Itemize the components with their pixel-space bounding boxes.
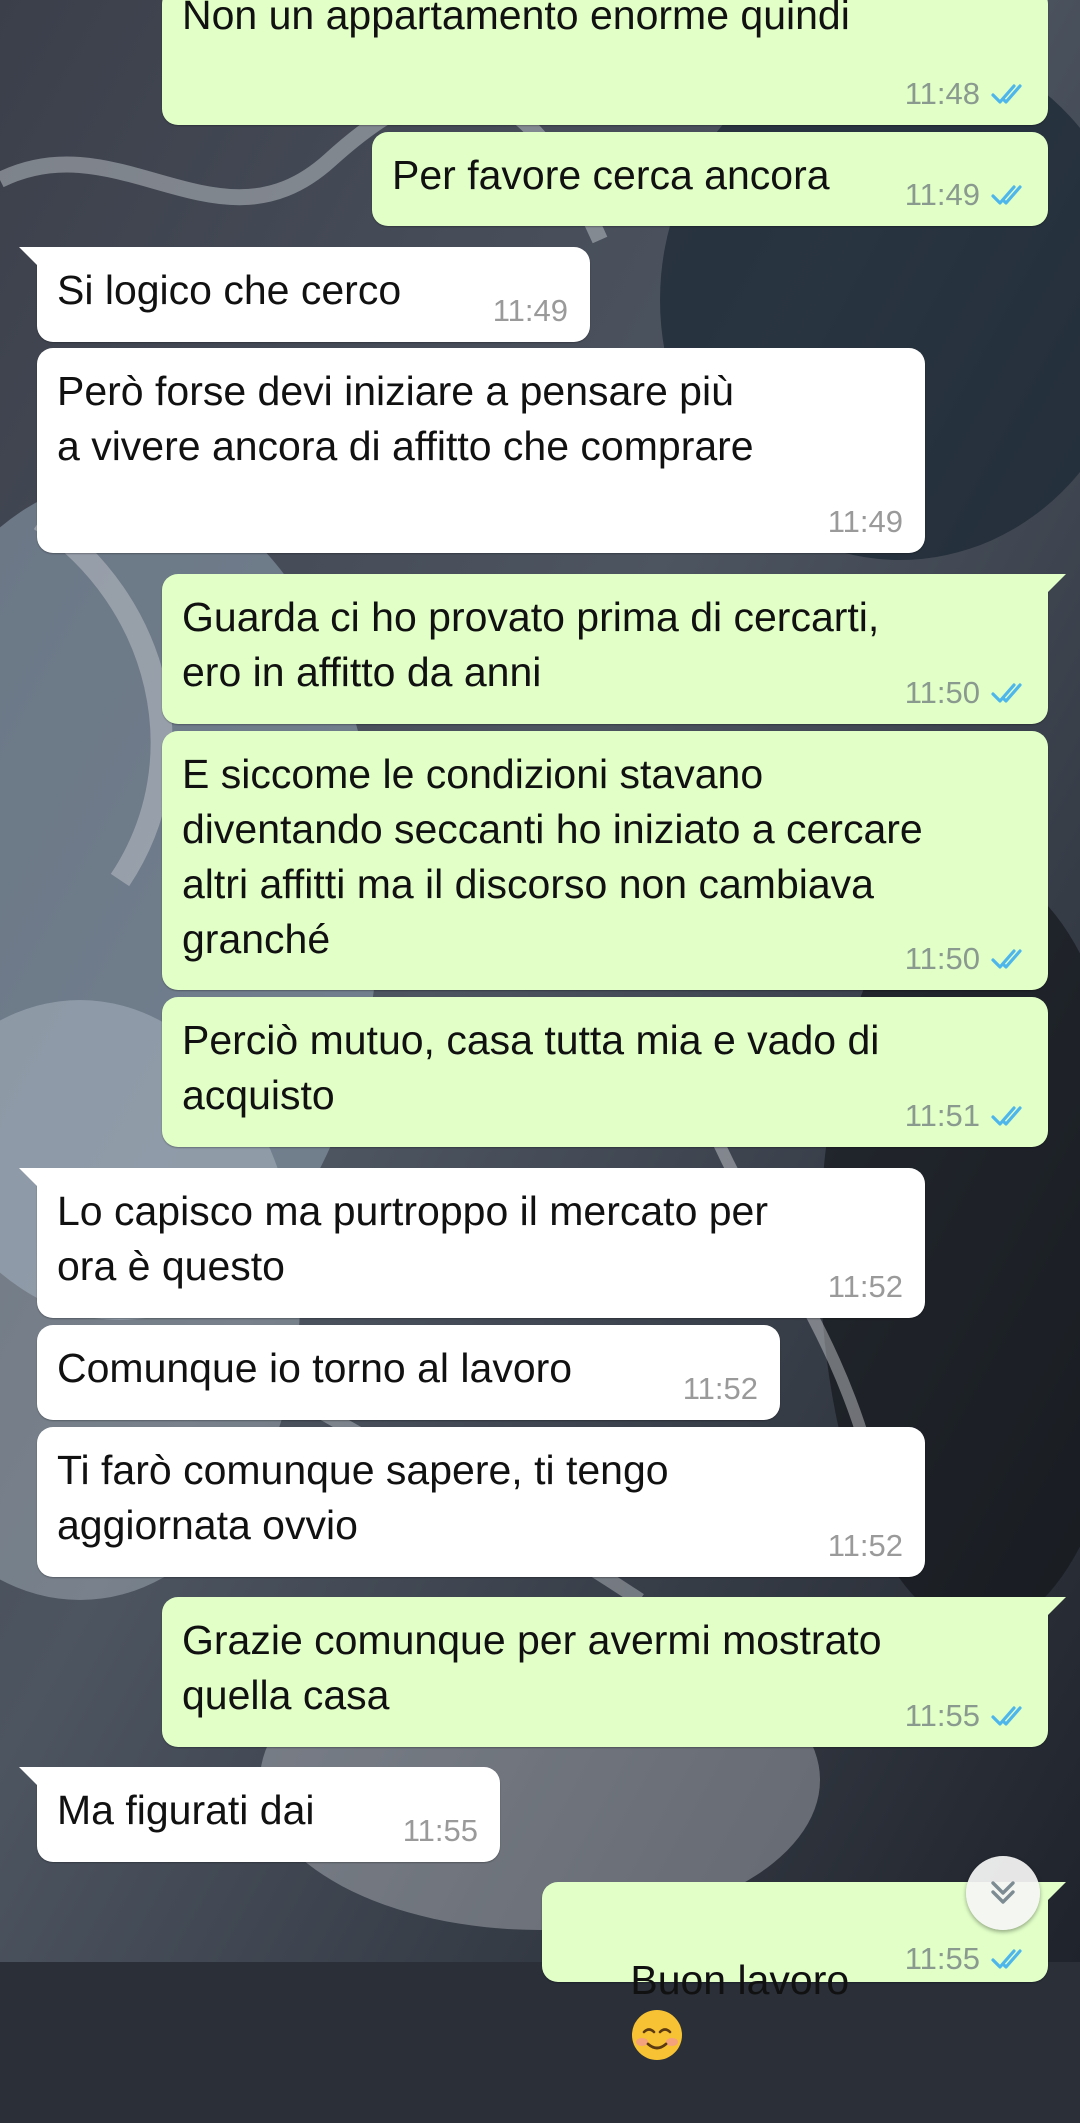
message-text: Perciò mutuo, casa tutta mia e vado di a…	[182, 1017, 880, 1118]
message-text: Buon lavoro	[562, 1898, 849, 2123]
outgoing-message[interactable]: E siccome le condizioni stavano diventan…	[162, 731, 1048, 990]
incoming-message[interactable]: Comunque io torno al lavoro 11:52	[37, 1325, 780, 1420]
message-text: Guarda ci ho provato prima di cercarti, …	[182, 594, 880, 695]
incoming-message[interactable]: Ma figurati dai 11:55	[19, 1767, 500, 1862]
message-meta: 11:52	[828, 1270, 903, 1304]
double-check-icon	[991, 1106, 1022, 1126]
outgoing-message[interactable]: Per favore cerca ancora 11:49	[372, 132, 1048, 226]
message-meta: 11:48	[905, 77, 1030, 111]
message-time: 11:51	[904, 1098, 980, 1133]
double-check-icon	[991, 84, 1022, 104]
bubble-tail	[1044, 574, 1066, 596]
double-check-icon	[991, 683, 1022, 703]
message-meta: 11:50	[905, 676, 1030, 710]
message-time: 11:55	[904, 1698, 980, 1733]
message-time: 11:48	[904, 76, 980, 111]
message-time: 11:52	[682, 1371, 758, 1406]
message-text: Però forse devi iniziare a pensare più a…	[57, 368, 754, 469]
double-chevron-down-icon	[991, 1881, 1015, 1904]
message-text: Comunque io torno al lavoro	[57, 1345, 573, 1391]
chat-messages[interactable]: Non un appartamento enorme quindi 11:48 …	[0, 0, 1080, 2060]
smiling-face-emoji	[632, 2010, 683, 2060]
message-time: 11:49	[827, 504, 903, 539]
message-text: Lo capisco ma purtroppo il mercato per o…	[57, 1188, 769, 1289]
incoming-message[interactable]: Però forse devi iniziare a pensare più a…	[37, 348, 925, 553]
message-time: 11:50	[904, 675, 980, 710]
message-meta: 11:49	[828, 505, 903, 539]
message-text: Grazie comunque per avermi mostrato quel…	[182, 1617, 882, 1718]
message-time: 11:55	[904, 1941, 980, 1976]
incoming-message[interactable]: Ti farò comunque sapere, ti tengo aggior…	[37, 1427, 925, 1577]
message-meta: 11:50	[905, 942, 1030, 976]
bubble-tail	[19, 1168, 41, 1190]
bubble-tail	[19, 1767, 41, 1789]
message-time: 11:52	[827, 1269, 903, 1304]
scroll-to-bottom-button[interactable]	[966, 1856, 1040, 1930]
message-text: E siccome le condizioni stavano diventan…	[182, 751, 923, 962]
message-time: 11:49	[492, 293, 568, 328]
incoming-message[interactable]: Lo capisco ma purtroppo il mercato per o…	[19, 1168, 925, 1318]
message-time: 11:55	[402, 1813, 478, 1848]
message-time: 11:49	[904, 177, 980, 212]
message-text: Ti farò comunque sapere, ti tengo aggior…	[57, 1447, 669, 1548]
message-time: 11:50	[904, 941, 980, 976]
incoming-message[interactable]: Si logico che cerco 11:49	[19, 247, 590, 342]
message-meta: 11:52	[683, 1372, 758, 1406]
message-meta: 11:52	[828, 1529, 903, 1563]
outgoing-message[interactable]: Grazie comunque per avermi mostrato quel…	[162, 1597, 1066, 1747]
double-check-icon	[991, 949, 1022, 969]
outgoing-message[interactable]: Non un appartamento enorme quindi 11:48	[162, 0, 1048, 125]
message-text: Ma figurati dai	[57, 1787, 315, 1833]
message-meta: 11:55	[403, 1814, 478, 1848]
outgoing-message[interactable]: Guarda ci ho provato prima di cercarti, …	[162, 574, 1066, 724]
message-meta: 11:49	[493, 294, 568, 328]
message-meta: 11:49	[905, 178, 1030, 212]
outgoing-message[interactable]: Perciò mutuo, casa tutta mia e vado di a…	[162, 997, 1048, 1147]
message-meta: 11:55	[905, 1942, 1030, 1976]
message-text-content: Buon lavoro	[630, 1957, 850, 2003]
message-text: Per favore cerca ancora	[392, 152, 830, 198]
message-meta: 11:55	[905, 1699, 1030, 1733]
double-check-icon	[991, 1706, 1022, 1726]
bubble-tail	[1044, 1882, 1066, 1904]
double-check-icon	[991, 185, 1022, 205]
message-meta: 11:51	[905, 1099, 1030, 1133]
double-check-icon	[991, 1949, 1022, 1969]
message-text: Non un appartamento enorme quindi	[182, 0, 850, 38]
message-text: Si logico che cerco	[57, 267, 402, 313]
bubble-tail	[1044, 1597, 1066, 1619]
message-time: 11:52	[827, 1528, 903, 1563]
bubble-tail	[19, 247, 41, 269]
